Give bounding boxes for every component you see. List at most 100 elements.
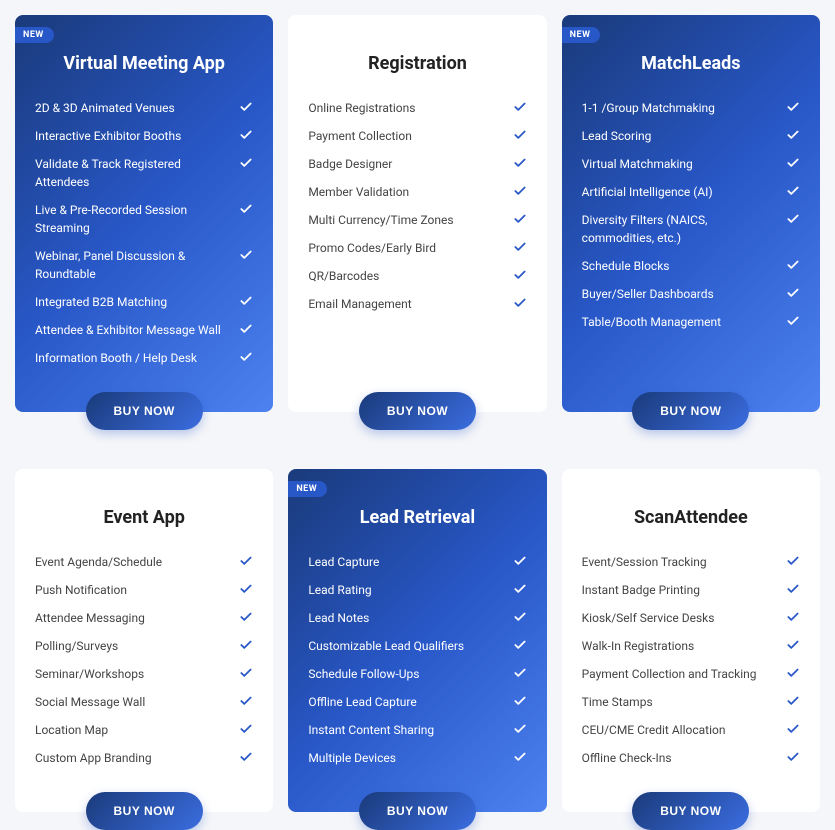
feature-label: Attendee Messaging	[35, 609, 231, 627]
check-icon	[786, 750, 800, 764]
feature-label: Seminar/Workshops	[35, 665, 231, 683]
check-icon	[239, 100, 253, 114]
feature-item: Information Booth / Help Desk	[35, 344, 253, 372]
check-icon	[513, 554, 527, 568]
feature-label: Diversity Filters (NAICS, commodities, e…	[582, 211, 778, 247]
check-icon	[239, 554, 253, 568]
buy-now-button[interactable]: BUY NOW	[86, 792, 203, 830]
feature-label: Virtual Matchmaking	[582, 155, 778, 173]
check-icon	[239, 156, 253, 170]
check-icon	[513, 582, 527, 596]
check-icon	[239, 610, 253, 624]
feature-label: Information Booth / Help Desk	[35, 349, 231, 367]
check-icon	[513, 268, 527, 282]
buy-now-button[interactable]: BUY NOW	[632, 392, 749, 430]
feature-label: Instant Badge Printing	[582, 581, 778, 599]
check-icon	[239, 322, 253, 336]
feature-item: Push Notification	[35, 576, 253, 604]
feature-label: Offline Check-Ins	[582, 749, 778, 767]
check-icon	[239, 722, 253, 736]
check-icon	[513, 610, 527, 624]
feature-item: Event/Session Tracking	[582, 548, 800, 576]
check-icon	[786, 314, 800, 328]
feature-label: Live & Pre-Recorded Session Streaming	[35, 201, 231, 237]
feature-label: Offline Lead Capture	[308, 693, 504, 711]
check-icon	[786, 610, 800, 624]
feature-label: Table/Booth Management	[582, 313, 778, 331]
feature-item: Social Message Wall	[35, 688, 253, 716]
check-icon	[513, 100, 527, 114]
feature-label: Location Map	[35, 721, 231, 739]
pricing-card: NEWMatchLeads 1-1 /Group Matchmaking Lea…	[562, 15, 820, 412]
feature-label: Push Notification	[35, 581, 231, 599]
feature-label: Instant Content Sharing	[308, 721, 504, 739]
feature-label: Integrated B2B Matching	[35, 293, 231, 311]
buy-now-button[interactable]: BUY NOW	[359, 392, 476, 430]
feature-item: Lead Scoring	[582, 122, 800, 150]
feature-item: Attendee & Exhibitor Message Wall	[35, 316, 253, 344]
feature-item: Payment Collection	[308, 122, 526, 150]
buy-now-button[interactable]: BUY NOW	[359, 792, 476, 830]
feature-item: Offline Check-Ins	[582, 744, 800, 772]
check-icon	[786, 156, 800, 170]
feature-item: QR/Barcodes	[308, 262, 526, 290]
buy-now-button[interactable]: BUY NOW	[632, 792, 749, 830]
feature-item: Lead Capture	[308, 548, 526, 576]
feature-label: Lead Notes	[308, 609, 504, 627]
feature-label: Payment Collection	[308, 127, 504, 145]
feature-item: Multi Currency/Time Zones	[308, 206, 526, 234]
feature-list: 2D & 3D Animated Venues Interactive Exhi…	[35, 94, 253, 372]
pricing-card: NEWVirtual Meeting App 2D & 3D Animated …	[15, 15, 273, 412]
feature-item: Event Agenda/Schedule	[35, 548, 253, 576]
feature-list: 1-1 /Group Matchmaking Lead Scoring Virt…	[582, 94, 800, 372]
check-icon	[786, 582, 800, 596]
feature-list: Event Agenda/Schedule Push Notification …	[35, 548, 253, 772]
check-icon	[786, 286, 800, 300]
feature-label: CEU/CME Credit Allocation	[582, 721, 778, 739]
card-title: Registration	[308, 53, 526, 74]
feature-item: Online Registrations	[308, 94, 526, 122]
feature-list: Event/Session Tracking Instant Badge Pri…	[582, 548, 800, 772]
feature-item: Member Validation	[308, 178, 526, 206]
feature-item: Virtual Matchmaking	[582, 150, 800, 178]
feature-item: Schedule Follow-Ups	[308, 660, 526, 688]
feature-item: Time Stamps	[582, 688, 800, 716]
feature-label: Online Registrations	[308, 99, 504, 117]
feature-item: 2D & 3D Animated Venues	[35, 94, 253, 122]
card-title: ScanAttendee	[582, 507, 800, 528]
check-icon	[513, 156, 527, 170]
check-icon	[513, 750, 527, 764]
check-icon	[513, 128, 527, 142]
feature-item: Interactive Exhibitor Booths	[35, 122, 253, 150]
feature-label: Lead Scoring	[582, 127, 778, 145]
check-icon	[239, 582, 253, 596]
pricing-card: ScanAttendee Event/Session Tracking Inst…	[562, 469, 820, 812]
check-icon	[513, 296, 527, 310]
check-icon	[239, 294, 253, 308]
check-icon	[513, 212, 527, 226]
feature-label: Multiple Devices	[308, 749, 504, 767]
feature-label: Buyer/Seller Dashboards	[582, 285, 778, 303]
feature-item: Customizable Lead Qualifiers	[308, 632, 526, 660]
feature-item: Validate & Track Registered Attendees	[35, 150, 253, 196]
feature-item: Diversity Filters (NAICS, commodities, e…	[582, 206, 800, 252]
check-icon	[786, 128, 800, 142]
feature-label: Badge Designer	[308, 155, 504, 173]
check-icon	[239, 350, 253, 364]
feature-label: Lead Rating	[308, 581, 504, 599]
card-title: MatchLeads	[582, 53, 800, 74]
check-icon	[239, 638, 253, 652]
check-icon	[786, 638, 800, 652]
feature-item: Promo Codes/Early Bird	[308, 234, 526, 262]
feature-label: Webinar, Panel Discussion & Roundtable	[35, 247, 231, 283]
check-icon	[239, 248, 253, 262]
check-icon	[239, 750, 253, 764]
pricing-card: NEWLead Retrieval Lead Capture Lead Rati…	[288, 469, 546, 812]
feature-item: CEU/CME Credit Allocation	[582, 716, 800, 744]
feature-item: Walk-In Registrations	[582, 632, 800, 660]
buy-now-button[interactable]: BUY NOW	[86, 392, 203, 430]
feature-label: Time Stamps	[582, 693, 778, 711]
feature-label: Schedule Follow-Ups	[308, 665, 504, 683]
check-icon	[239, 202, 253, 216]
feature-item: Custom App Branding	[35, 744, 253, 772]
